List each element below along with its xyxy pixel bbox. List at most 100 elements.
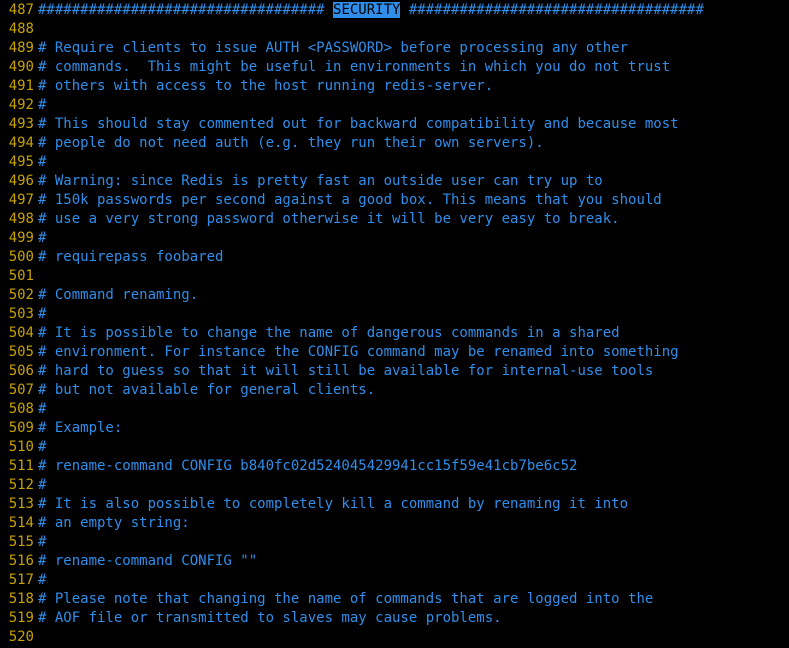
line-content: # people do not need auth (e.g. they run… [38, 134, 544, 153]
line-content: # [38, 533, 46, 552]
line-number: 499 [0, 229, 38, 248]
line-content: # It is also possible to completely kill… [38, 495, 628, 514]
code-line: 498# use a very strong password otherwis… [0, 210, 789, 229]
line-number: 516 [0, 552, 38, 571]
code-line: 494# people do not need auth (e.g. they … [0, 134, 789, 153]
line-content: # [38, 153, 46, 172]
line-content: ################################## SECUR… [38, 1, 704, 20]
line-content: # [38, 305, 46, 324]
code-line: 506# hard to guess so that it will still… [0, 362, 789, 381]
line-number: 512 [0, 476, 38, 495]
line-number: 518 [0, 590, 38, 609]
line-number: 514 [0, 514, 38, 533]
line-content: # Please note that changing the name of … [38, 590, 653, 609]
code-line: 489# Require clients to issue AUTH <PASS… [0, 39, 789, 58]
code-line: 495# [0, 153, 789, 172]
code-line: 501 [0, 267, 789, 286]
code-line: 505# environment. For instance the CONFI… [0, 343, 789, 362]
line-number: 506 [0, 362, 38, 381]
code-line: 487 ################################## S… [0, 1, 789, 20]
line-number: 511 [0, 457, 38, 476]
line-number: 509 [0, 419, 38, 438]
line-number: 488 [0, 20, 38, 39]
line-number: 497 [0, 191, 38, 210]
code-line: 511# rename-command CONFIG b840fc02d5240… [0, 457, 789, 476]
line-number: 493 [0, 115, 38, 134]
line-number: 502 [0, 286, 38, 305]
line-content: # Require clients to issue AUTH <PASSWOR… [38, 39, 628, 58]
code-line: 520 [0, 628, 789, 647]
code-line: 516# rename-command CONFIG "" [0, 552, 789, 571]
code-line: 517# [0, 571, 789, 590]
code-line: 519# AOF file or transmitted to slaves m… [0, 609, 789, 628]
search-highlight: SECURITY [333, 2, 400, 18]
code-line: 496# Warning: since Redis is pretty fast… [0, 172, 789, 191]
code-line: 510# [0, 438, 789, 457]
code-line: 504# It is possible to change the name o… [0, 324, 789, 343]
code-line: 503# [0, 305, 789, 324]
line-content: # AOF file or transmitted to slaves may … [38, 609, 502, 628]
line-number: 490 [0, 58, 38, 77]
line-content: # Command renaming. [38, 286, 198, 305]
line-content: # others with access to the host running… [38, 77, 493, 96]
line-content: # This should stay commented out for bac… [38, 115, 679, 134]
line-content: # Warning: since Redis is pretty fast an… [38, 172, 603, 191]
line-number: 508 [0, 400, 38, 419]
line-number: 515 [0, 533, 38, 552]
line-number: 491 [0, 77, 38, 96]
line-number: 495 [0, 153, 38, 172]
code-editor[interactable]: 487 ################################## S… [0, 0, 789, 647]
code-line: 492# [0, 96, 789, 115]
code-line: 502# Command renaming. [0, 286, 789, 305]
line-number: 492 [0, 96, 38, 115]
line-number: 519 [0, 609, 38, 628]
code-line: 515# [0, 533, 789, 552]
line-number: 487 [0, 1, 38, 20]
code-line: 497# 150k passwords per second against a… [0, 191, 789, 210]
line-content: # rename-command CONFIG b840fc02d5240454… [38, 457, 577, 476]
line-content: # [38, 571, 46, 590]
line-content: # environment. For instance the CONFIG c… [38, 343, 679, 362]
line-number: 517 [0, 571, 38, 590]
line-number: 494 [0, 134, 38, 153]
code-line: 509# Example: [0, 419, 789, 438]
code-line: 493# This should stay commented out for … [0, 115, 789, 134]
line-number: 505 [0, 343, 38, 362]
line-content: # rename-command CONFIG "" [38, 552, 257, 571]
line-content: # hard to guess so that it will still be… [38, 362, 653, 381]
line-number: 513 [0, 495, 38, 514]
line-content: # [38, 96, 46, 115]
code-line: 508# [0, 400, 789, 419]
line-number: 496 [0, 172, 38, 191]
line-content: # 150k passwords per second against a go… [38, 191, 662, 210]
line-content: # [38, 400, 46, 419]
line-content: # an empty string: [38, 514, 190, 533]
line-content: # commands. This might be useful in envi… [38, 58, 670, 77]
line-content: # use a very strong password otherwise i… [38, 210, 620, 229]
code-line: 507# but not available for general clien… [0, 381, 789, 400]
code-line: 512# [0, 476, 789, 495]
line-content: # It is possible to change the name of d… [38, 324, 620, 343]
code-line: 491# others with access to the host runn… [0, 77, 789, 96]
line-content: # [38, 476, 46, 495]
line-number: 520 [0, 628, 38, 647]
line-number: 504 [0, 324, 38, 343]
line-content: # Example: [38, 419, 122, 438]
line-content: # requirepass foobared [38, 248, 223, 267]
line-number: 510 [0, 438, 38, 457]
line-number: 507 [0, 381, 38, 400]
line-number: 503 [0, 305, 38, 324]
line-content: # but not available for general clients. [38, 381, 375, 400]
code-line: 518# Please note that changing the name … [0, 590, 789, 609]
code-line: 513# It is also possible to completely k… [0, 495, 789, 514]
code-line: 490# commands. This might be useful in e… [0, 58, 789, 77]
code-line: 500# requirepass foobared [0, 248, 789, 267]
code-line: 514# an empty string: [0, 514, 789, 533]
line-number: 498 [0, 210, 38, 229]
line-number: 489 [0, 39, 38, 58]
line-content: # [38, 438, 46, 457]
code-line: 499# [0, 229, 789, 248]
line-content: # [38, 229, 46, 248]
code-line: 488 [0, 20, 789, 39]
line-number: 500 [0, 248, 38, 267]
